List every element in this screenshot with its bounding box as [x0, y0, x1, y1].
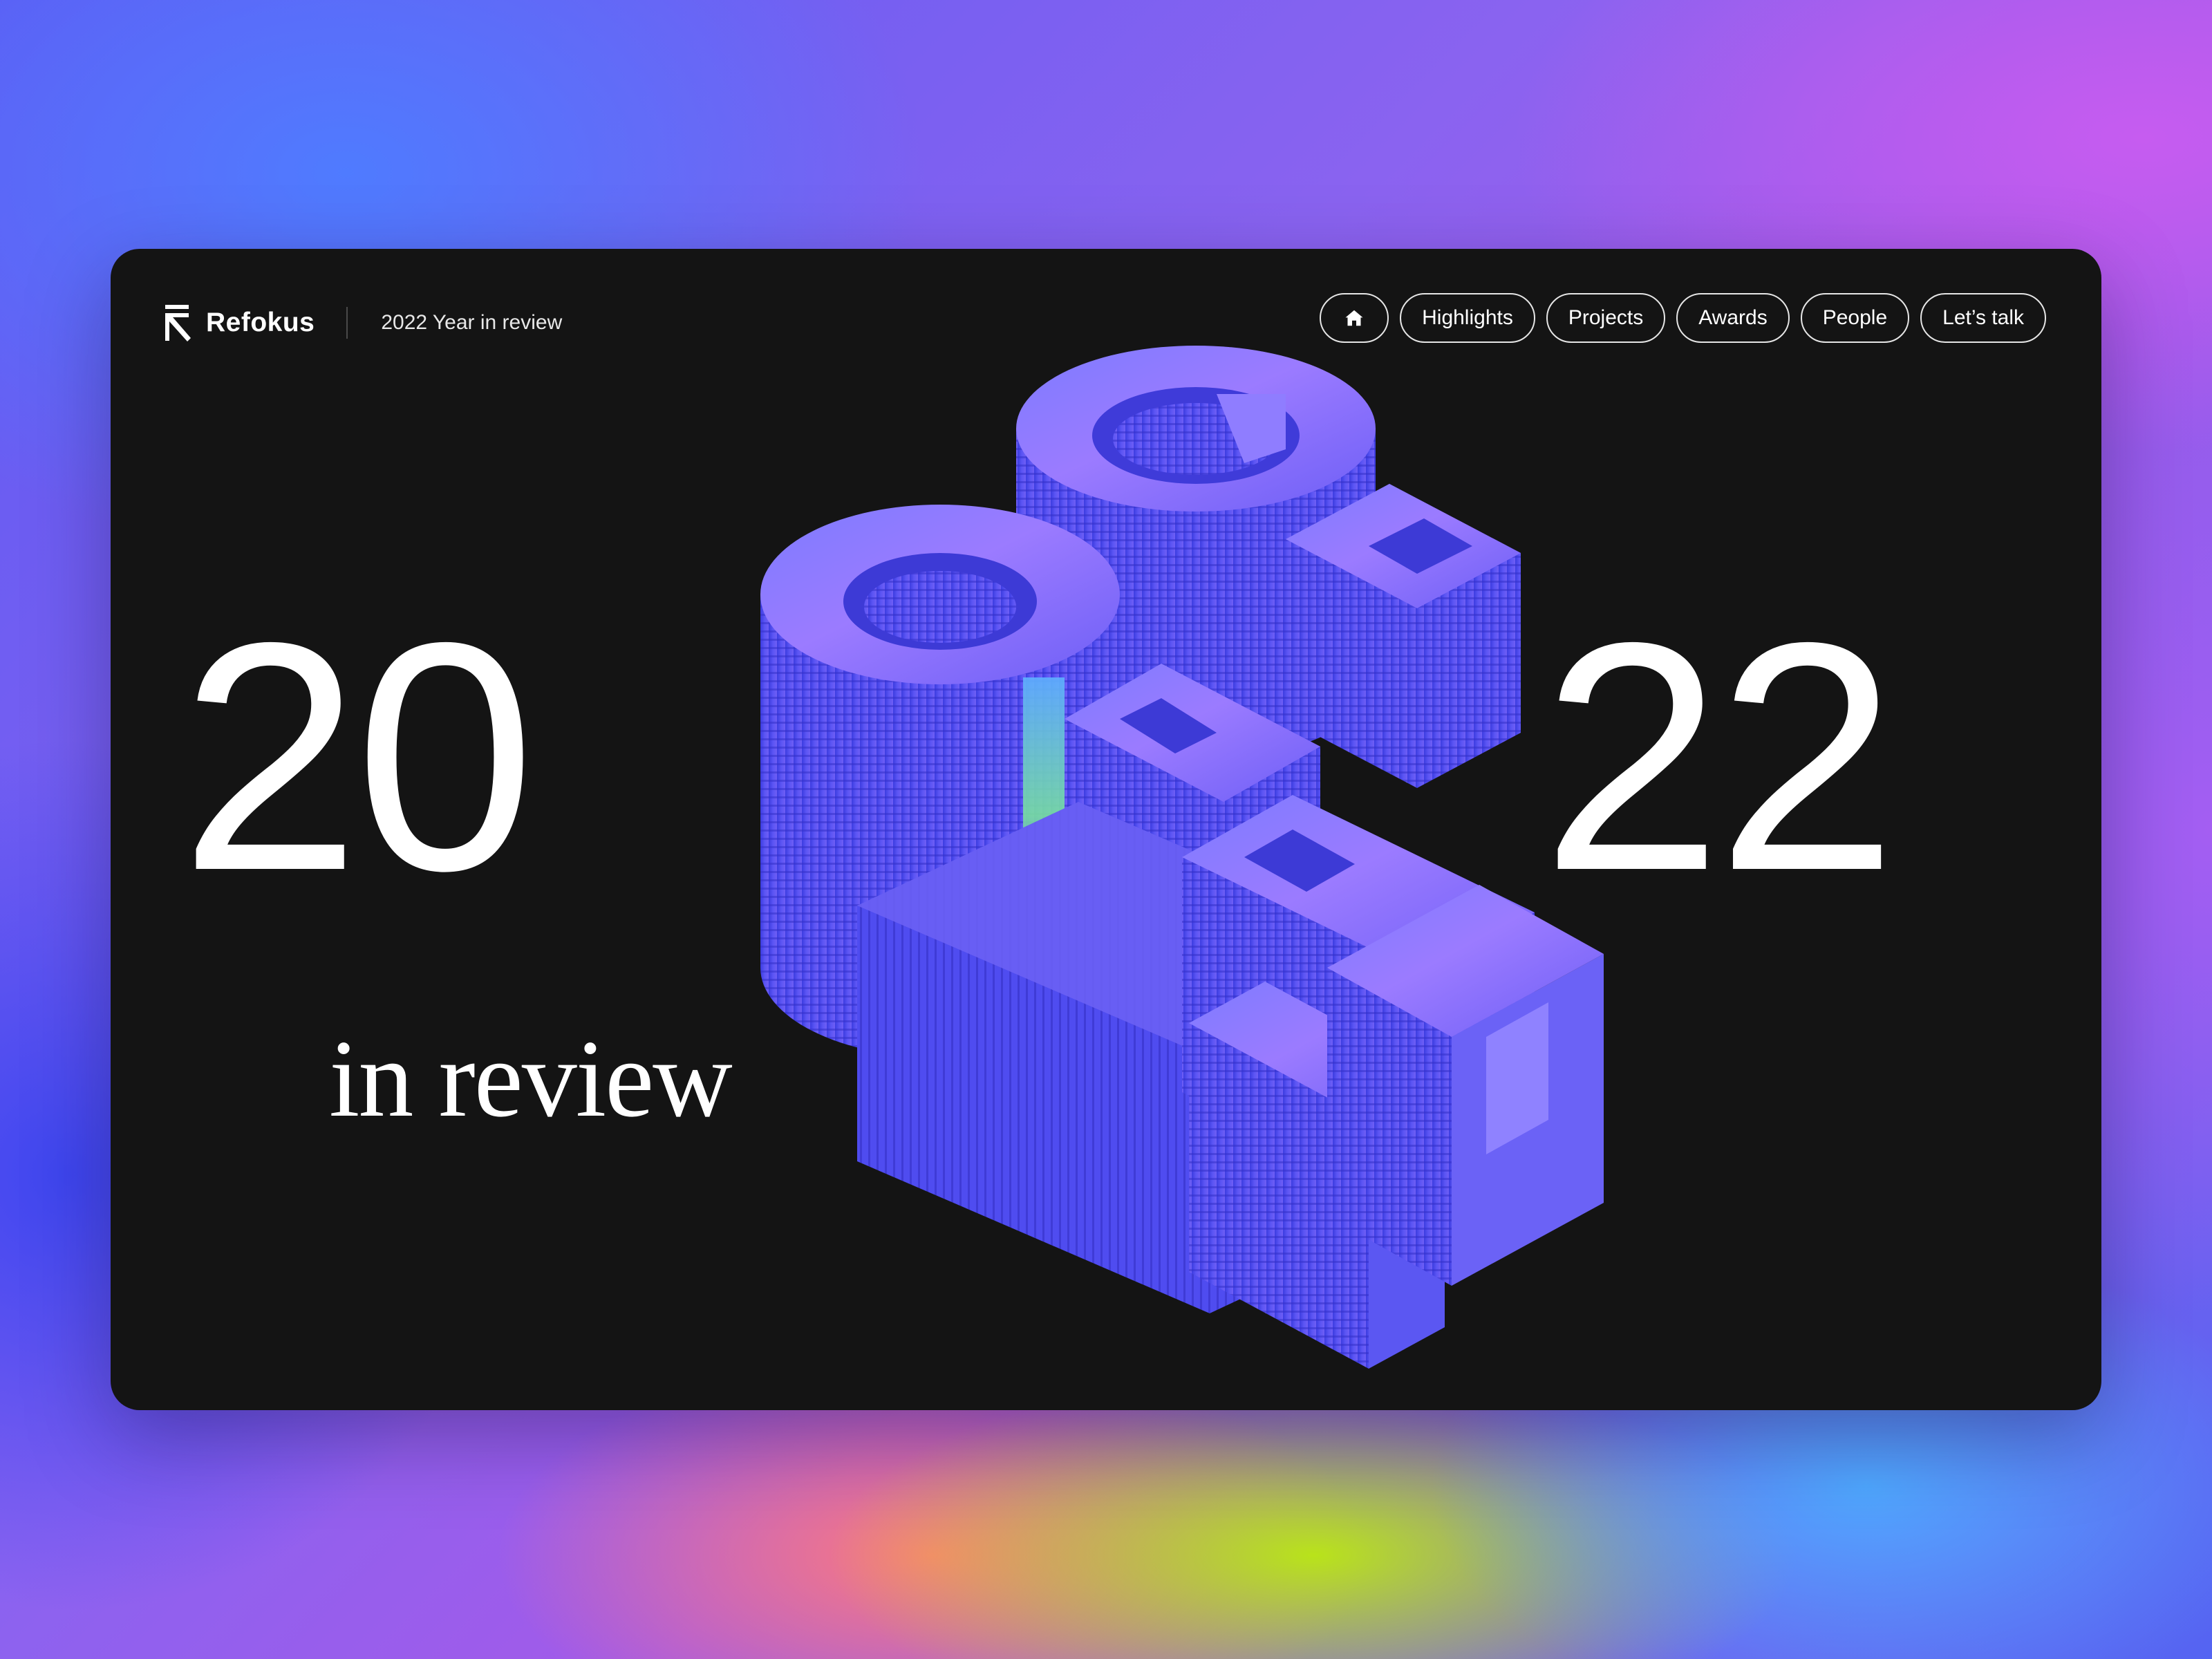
brand-name[interactable]: Refokus: [206, 308, 315, 338]
year-digits-left: 20: [180, 575, 536, 938]
letter-r-shape: [1286, 484, 1521, 788]
growth-3d-artwork: [594, 290, 1839, 1410]
brand: Refokus 2022 Year in review: [163, 300, 562, 346]
brand-divider: [346, 307, 348, 339]
nav-lets-talk[interactable]: Let’s talk: [1920, 293, 2046, 343]
brand-tagline: 2022 Year in review: [381, 311, 563, 334]
hero-card: Refokus 2022 Year in review Highlights P…: [111, 249, 2101, 1410]
refokus-arrow-logo-icon[interactable]: [163, 303, 195, 342]
